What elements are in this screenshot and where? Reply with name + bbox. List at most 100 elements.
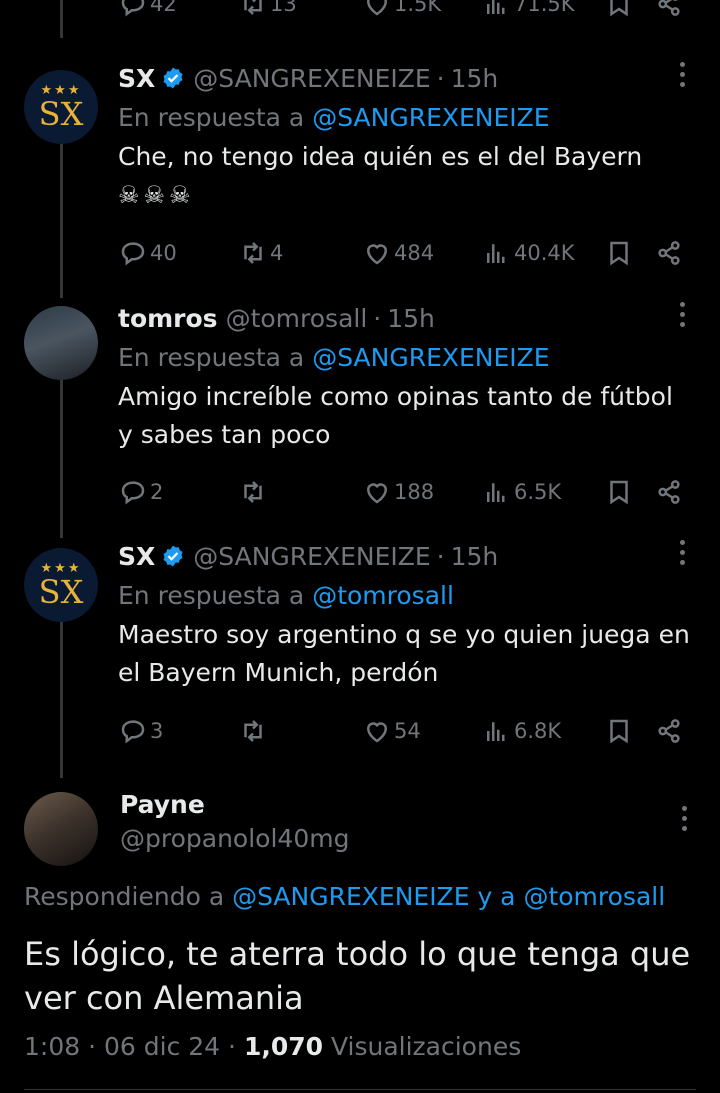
display-name[interactable]: SX <box>118 542 155 571</box>
skull-emoji: ☠☠☠ <box>118 181 195 209</box>
tweet-actions: 40 4 484 40.4K <box>118 237 688 269</box>
tweet-body: SX @SANGREXENEIZE · 15h En respuesta a @… <box>118 538 696 692</box>
like-icon <box>366 483 388 504</box>
reply-icon <box>121 481 145 505</box>
views-icon <box>487 483 505 502</box>
reply-button[interactable]: 2 <box>118 476 163 508</box>
reply-context: En respuesta a @SANGREXENEIZE <box>118 343 550 372</box>
avatar[interactable] <box>24 792 98 866</box>
bookmark-button[interactable] <box>604 237 636 269</box>
tweet-actions: 3 54 6.8K <box>118 715 688 747</box>
tweet-text: Es lógico, te aterra todo lo que tenga q… <box>24 935 691 1017</box>
like-icon <box>366 0 388 16</box>
mention-link[interactable]: @tomrosall <box>523 882 665 911</box>
retweet-button[interactable] <box>238 476 270 508</box>
like-button[interactable]: 1.5K <box>362 0 441 20</box>
views-button[interactable]: 71.5K <box>482 0 575 20</box>
tweet-body: SX @SANGREXENEIZE · 15h En respuesta a @… <box>118 60 696 214</box>
bookmark-icon <box>610 719 628 744</box>
views-button[interactable]: 6.8K <box>482 715 561 747</box>
handle[interactable]: @propanolol40mg <box>120 824 349 853</box>
reply-button[interactable]: 3 <box>118 715 163 747</box>
retweet-icon <box>244 242 262 264</box>
like-button[interactable]: 54 <box>362 715 421 747</box>
more-icon[interactable] <box>678 302 686 330</box>
mention-link[interactable]: @SANGREXENEIZE <box>232 882 469 911</box>
retweet-icon <box>244 481 262 503</box>
timestamp[interactable]: 15h <box>387 304 435 333</box>
separator-dot: · <box>373 303 382 333</box>
tweet-meta: 1:08 · 06 dic 24 · 1,070 Visualizaciones <box>24 1032 522 1061</box>
avatar[interactable]: ★★★ SX <box>24 548 98 622</box>
views-button[interactable]: 40.4K <box>482 237 575 269</box>
thread-line <box>60 618 63 778</box>
share-button[interactable] <box>654 715 686 747</box>
reply-context: En respuesta a @SANGREXENEIZE <box>118 103 550 132</box>
mention-link[interactable]: @tomrosall <box>312 581 454 610</box>
bookmark-button[interactable] <box>604 0 636 20</box>
views-label: Visualizaciones <box>330 1032 522 1061</box>
date[interactable]: 06 dic 24 <box>104 1032 220 1061</box>
reply-button[interactable]: 42 <box>118 0 177 20</box>
display-name[interactable]: tomros <box>118 304 218 333</box>
tweet-header: tomros @tomrosall · 15h <box>118 300 696 336</box>
tweet-header: SX @SANGREXENEIZE · 15h <box>118 538 696 574</box>
bookmark-button[interactable] <box>604 715 636 747</box>
retweet-button[interactable]: 13 <box>238 0 297 20</box>
views-button[interactable]: 6.5K <box>482 476 561 508</box>
share-button[interactable] <box>654 476 686 508</box>
handle[interactable]: @SANGREXENEIZE <box>193 64 430 93</box>
avatar-monogram: SX <box>38 94 84 133</box>
display-name[interactable]: SX <box>118 64 155 93</box>
like-button[interactable]: 484 <box>362 237 434 269</box>
retweet-button[interactable]: 4 <box>238 237 283 269</box>
handle[interactable]: @SANGREXENEIZE <box>193 542 430 571</box>
more-icon[interactable] <box>678 540 686 568</box>
retweet-button[interactable] <box>238 715 270 747</box>
views-count: 1,070 <box>243 1032 324 1061</box>
divider <box>24 1089 696 1090</box>
display-name[interactable]: Payne <box>120 790 205 819</box>
tweet-actions: 2 188 6.5K <box>118 476 688 508</box>
verified-icon <box>163 67 183 89</box>
views-icon <box>487 244 505 263</box>
tweet-actions-top: 42 13 1.5K 71.5K <box>118 0 688 20</box>
like-icon <box>366 244 388 265</box>
separator-dot: · <box>436 541 445 571</box>
reply-icon <box>121 720 145 744</box>
timestamp[interactable]: 1:08 <box>24 1032 80 1061</box>
share-icon <box>658 0 680 16</box>
more-icon[interactable] <box>678 62 686 90</box>
tweet-text: Maestro soy argentino q se yo quien jueg… <box>118 620 690 687</box>
reply-icon <box>121 0 145 17</box>
timestamp[interactable]: 15h <box>451 542 499 571</box>
reply-button[interactable]: 40 <box>118 237 177 269</box>
avatar-monogram: SX <box>38 572 84 611</box>
tweet-text: Che, no tengo idea quién es el del Bayer… <box>118 138 696 214</box>
reply-context: Respondiendo a @SANGREXENEIZE y a @tomro… <box>24 882 666 911</box>
like-icon <box>366 722 388 743</box>
mention-link[interactable]: @SANGREXENEIZE <box>312 103 549 132</box>
thread-line <box>60 378 63 538</box>
share-button[interactable] <box>654 0 686 20</box>
bookmark-icon <box>610 0 628 17</box>
avatar[interactable]: ★★★ SX <box>24 70 98 144</box>
bookmark-icon <box>610 480 628 505</box>
timestamp[interactable]: 15h <box>451 64 499 93</box>
thread-line <box>60 138 63 298</box>
retweet-icon <box>244 720 262 742</box>
avatar[interactable] <box>24 306 98 380</box>
more-icon[interactable] <box>680 806 688 836</box>
handle[interactable]: @tomrosall <box>226 304 368 333</box>
mention-link[interactable]: @SANGREXENEIZE <box>312 343 549 372</box>
tweet-text: Amigo increíble como opinas tanto de fút… <box>118 382 673 449</box>
like-button[interactable]: 188 <box>362 476 434 508</box>
share-icon <box>658 719 680 743</box>
views-icon <box>487 0 505 14</box>
retweet-icon <box>244 0 262 15</box>
reply-icon <box>121 242 145 266</box>
views-icon <box>487 722 505 741</box>
tweet-header: SX @SANGREXENEIZE · 15h <box>118 60 696 96</box>
share-button[interactable] <box>654 237 686 269</box>
bookmark-button[interactable] <box>604 476 636 508</box>
